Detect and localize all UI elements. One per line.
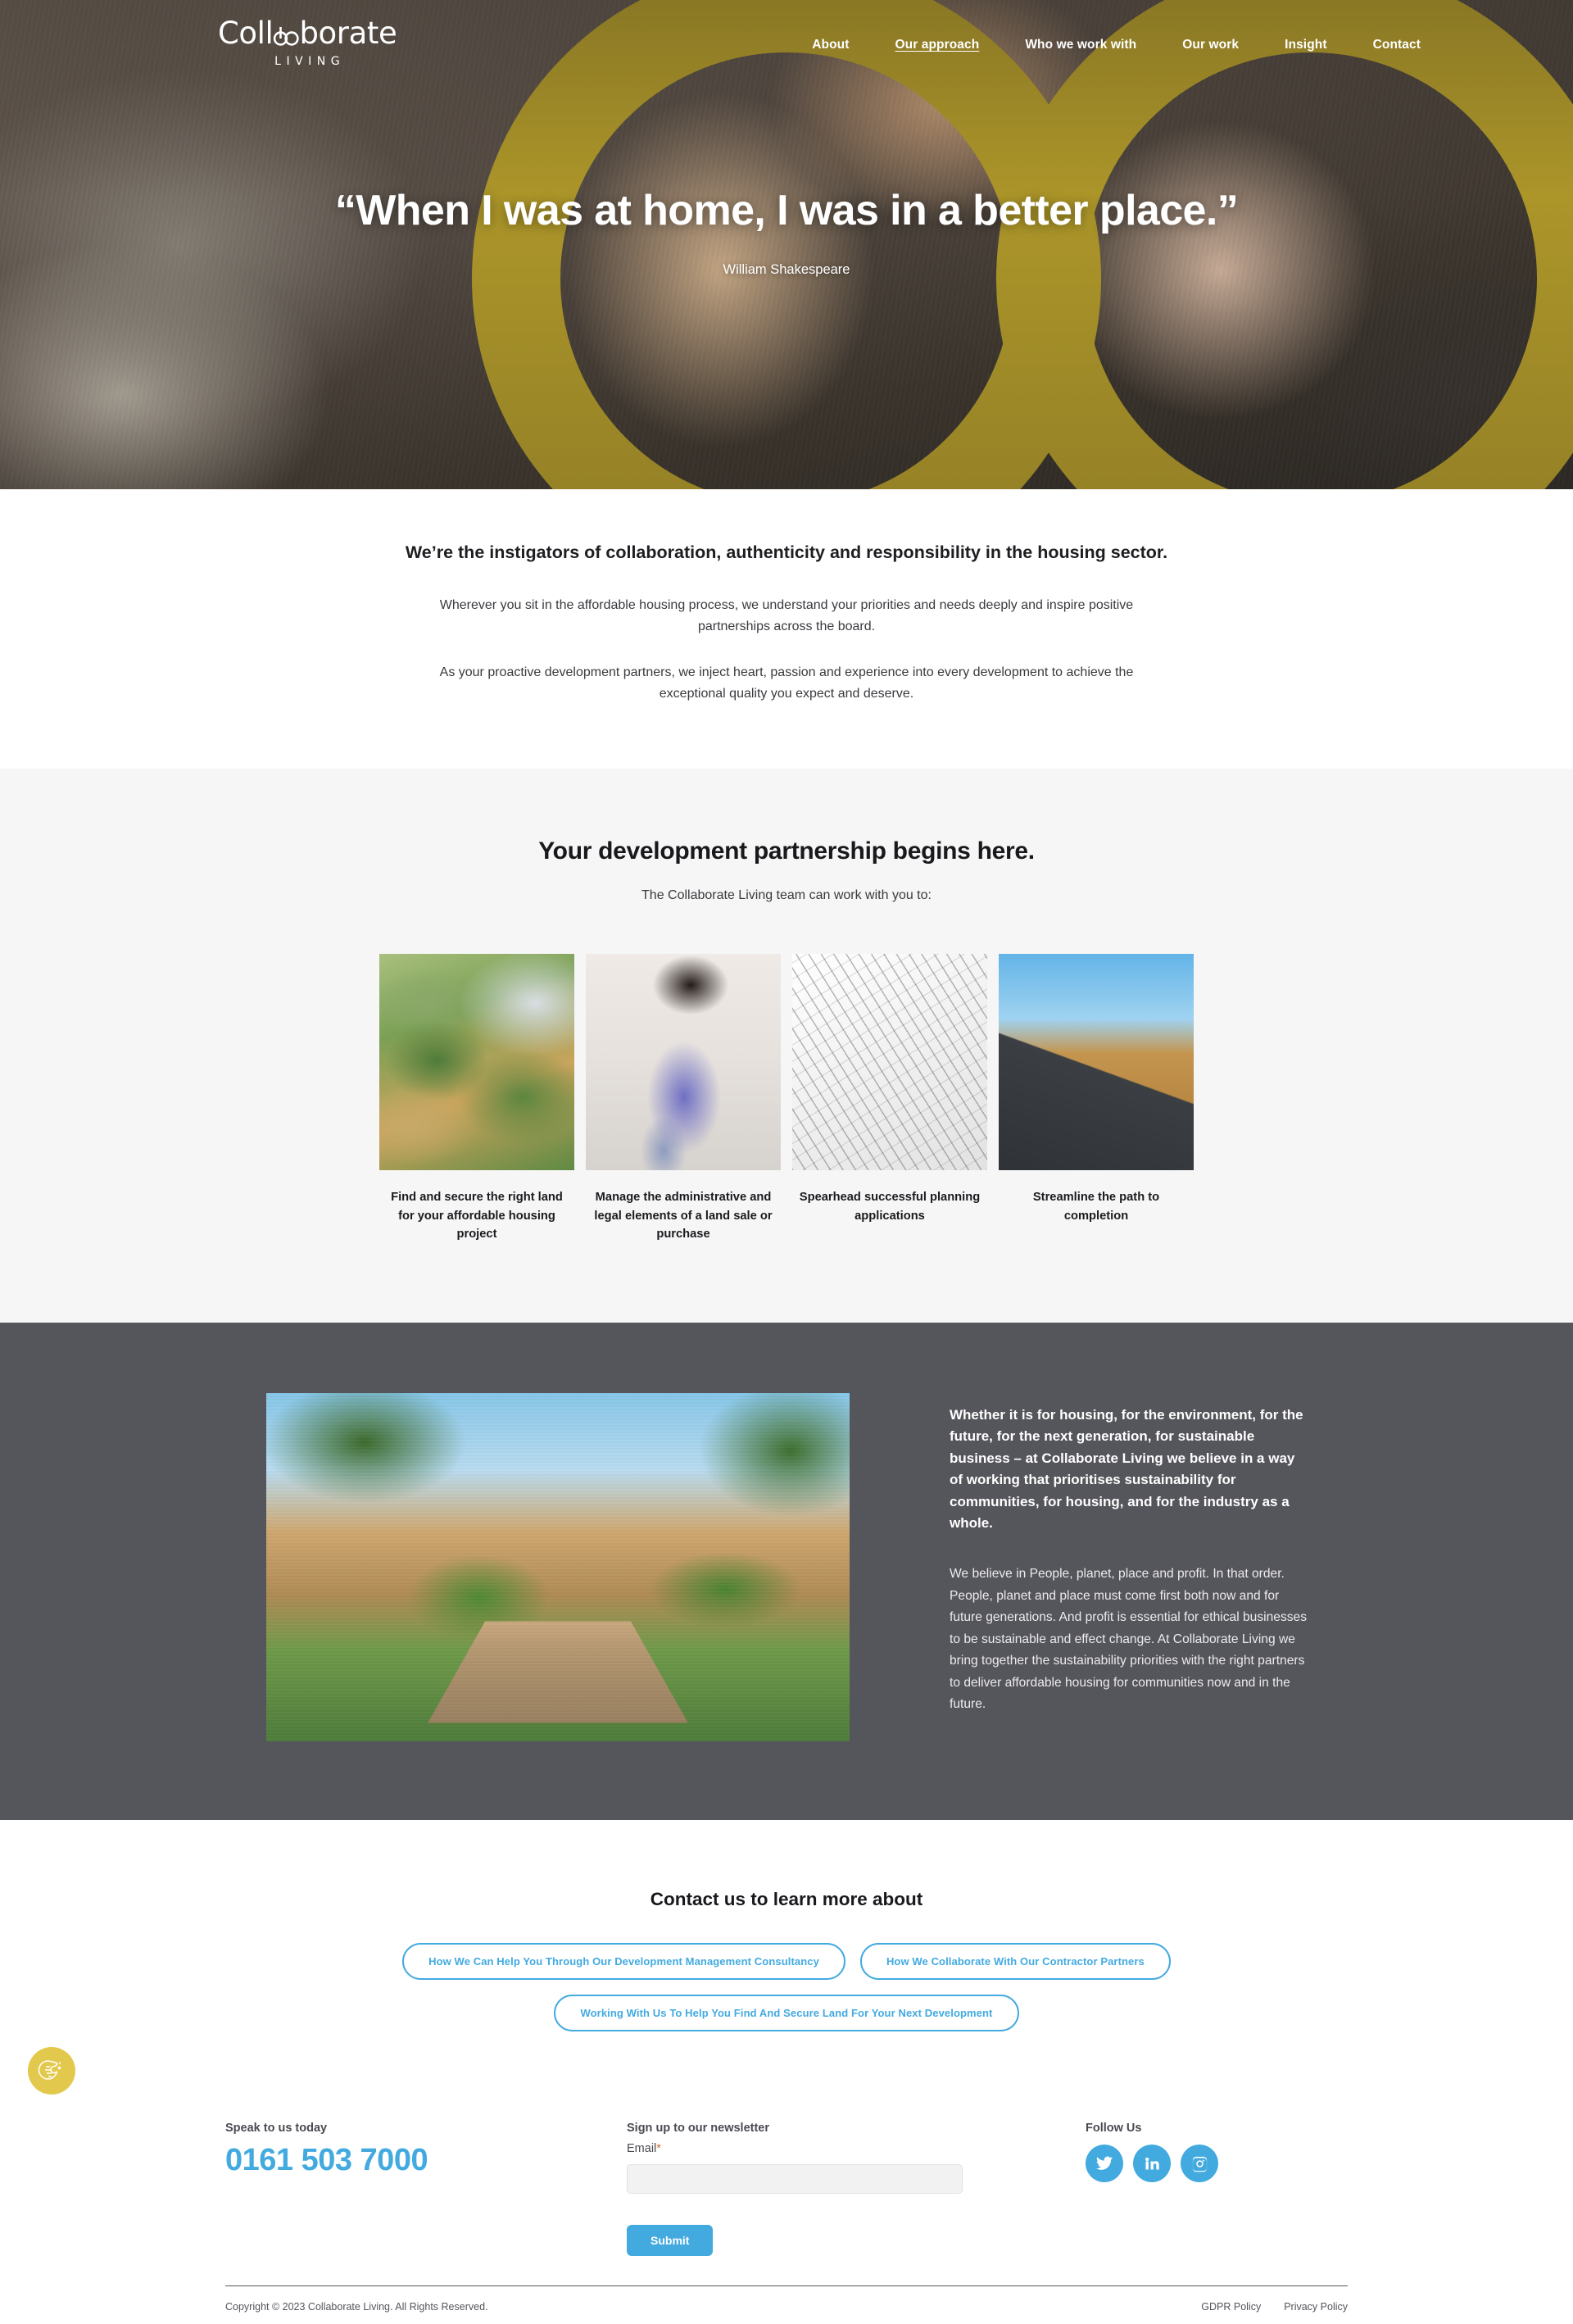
newsletter-label: Sign up to our newsletter [627, 2122, 770, 2136]
sustainability-section: Whether it is for housing, for the envir… [0, 1323, 1573, 1821]
service-card-caption: Spearhead successful planning applicatio… [799, 1190, 981, 1223]
phone-number-link[interactable]: 0161 503 7000 [225, 2143, 428, 2179]
logo-word-right: borate [299, 16, 397, 51]
social-links [1086, 2145, 1348, 2183]
nav-item-who-we-work-with[interactable]: Who we work with [1002, 38, 1159, 52]
legal-links: GDPR Policy Privacy Policy [1201, 2301, 1348, 2313]
service-card[interactable]: Spearhead successful planning applicatio… [792, 953, 987, 1244]
service-card[interactable]: Find and secure the right land for your … [379, 953, 574, 1244]
architectural-blueprints-photo [792, 953, 987, 1170]
housing-development-render [266, 1393, 850, 1742]
service-card-caption: Find and secure the right land for your … [391, 1190, 563, 1241]
speak-to-us-label: Speak to us today [225, 2122, 328, 2136]
footer-phone-column: Speak to us today 0161 503 7000 [225, 2122, 627, 2179]
logo-wordmark: Coll borate [218, 18, 397, 48]
sustainability-lead: Whether it is for housing, for the envir… [950, 1407, 1303, 1531]
nav-item-contact[interactable]: Contact [1350, 38, 1444, 52]
intro-heading: We’re the instigators of collaboration, … [405, 542, 1168, 562]
site-logo[interactable]: Coll borate LIVING [218, 18, 397, 68]
service-card-caption: Streamline the path to completion [1032, 1190, 1160, 1223]
contact-links-section: Contact us to learn more about How We Ca… [0, 1820, 1573, 2032]
linkedin-icon[interactable] [1133, 2145, 1171, 2183]
service-card[interactable]: Manage the administrative and legal elem… [586, 953, 781, 1244]
cookie-icon [38, 2060, 61, 2080]
gdpr-policy-link[interactable]: GDPR Policy [1201, 2301, 1261, 2313]
contact-heading: Contact us to learn more about [650, 1889, 923, 1910]
privacy-policy-link[interactable]: Privacy Policy [1284, 2301, 1348, 2313]
woman-signing-document-photo [586, 953, 781, 1170]
logo-subtitle: LIVING [274, 55, 346, 68]
partnership-heading: Your development partnership begins here… [538, 837, 1035, 865]
hero-attribution: William Shakespeare [723, 262, 850, 278]
site-footer: Speak to us today 0161 503 7000 Sign up … [0, 2046, 1573, 2324]
email-label-text: Email [627, 2142, 657, 2156]
site-header: Coll borate LIVING About Our approach Wh… [0, 0, 1573, 90]
nav-item-insight[interactable]: Insight [1262, 38, 1350, 52]
contact-pill-row: Working With Us To Help You Find And Sec… [0, 1995, 1573, 2032]
main-navigation: About Our approach Who we work with Our … [789, 38, 1444, 52]
footer-social-column: Follow Us [1086, 2122, 1348, 2183]
email-field-label: Email* [627, 2142, 1086, 2155]
cookie-consent-button[interactable] [28, 2047, 75, 2095]
copyright-text: Copyright © 2023 Collaborate Living. All… [225, 2301, 488, 2313]
hero-quote: “When I was at home, I was in a better p… [334, 187, 1239, 234]
hero-section: Coll borate LIVING About Our approach Wh… [0, 0, 1573, 489]
required-asterisk: * [656, 2142, 661, 2156]
service-card-list: Find and secure the right land for your … [379, 953, 1194, 1244]
follow-us-label: Follow Us [1086, 2122, 1142, 2136]
hero-text-block: “When I was at home, I was in a better p… [0, 187, 1573, 278]
nav-item-about[interactable]: About [789, 38, 872, 52]
nav-item-our-work[interactable]: Our work [1159, 38, 1262, 52]
logo-word-left: Coll [218, 16, 274, 51]
partnership-section: Your development partnership begins here… [0, 768, 1573, 1323]
intro-paragraph-1: Wherever you sit in the affordable housi… [439, 598, 1134, 634]
sustainability-body: We believe in People, planet, place and … [950, 1567, 1308, 1712]
modern-timber-house-photo [999, 953, 1194, 1170]
newsletter-signup-form: Sign up to our newsletter Email* Submit [627, 2122, 1086, 2257]
logo-infinity-icon [273, 18, 300, 48]
footer-bottom-bar: Copyright © 2023 Collaborate Living. All… [225, 2285, 1348, 2324]
nav-item-our-approach[interactable]: Our approach [872, 38, 1002, 52]
intro-section: We’re the instigators of collaboration, … [0, 489, 1573, 769]
partnership-subheading: The Collaborate Living team can work wit… [641, 887, 932, 902]
contact-pill-contractor-partners[interactable]: How We Collaborate With Our Contractor P… [859, 1943, 1171, 1981]
service-card-caption: Manage the administrative and legal elem… [594, 1190, 773, 1241]
submit-button[interactable]: Submit [627, 2225, 714, 2257]
contact-pill-find-secure-land[interactable]: Working With Us To Help You Find And Sec… [554, 1995, 1019, 2032]
contact-pill-row: How We Can Help You Through Our Developm… [0, 1943, 1573, 1981]
instagram-icon[interactable] [1181, 2145, 1218, 2183]
aerial-landscape-photo [379, 953, 574, 1170]
email-input[interactable] [627, 2164, 963, 2195]
intro-paragraph-2: As your proactive development partners, … [439, 665, 1134, 701]
contact-pill-development-management[interactable]: How We Can Help You Through Our Developm… [402, 1943, 845, 1981]
twitter-icon[interactable] [1086, 2145, 1123, 2183]
service-card[interactable]: Streamline the path to completion [999, 953, 1194, 1244]
